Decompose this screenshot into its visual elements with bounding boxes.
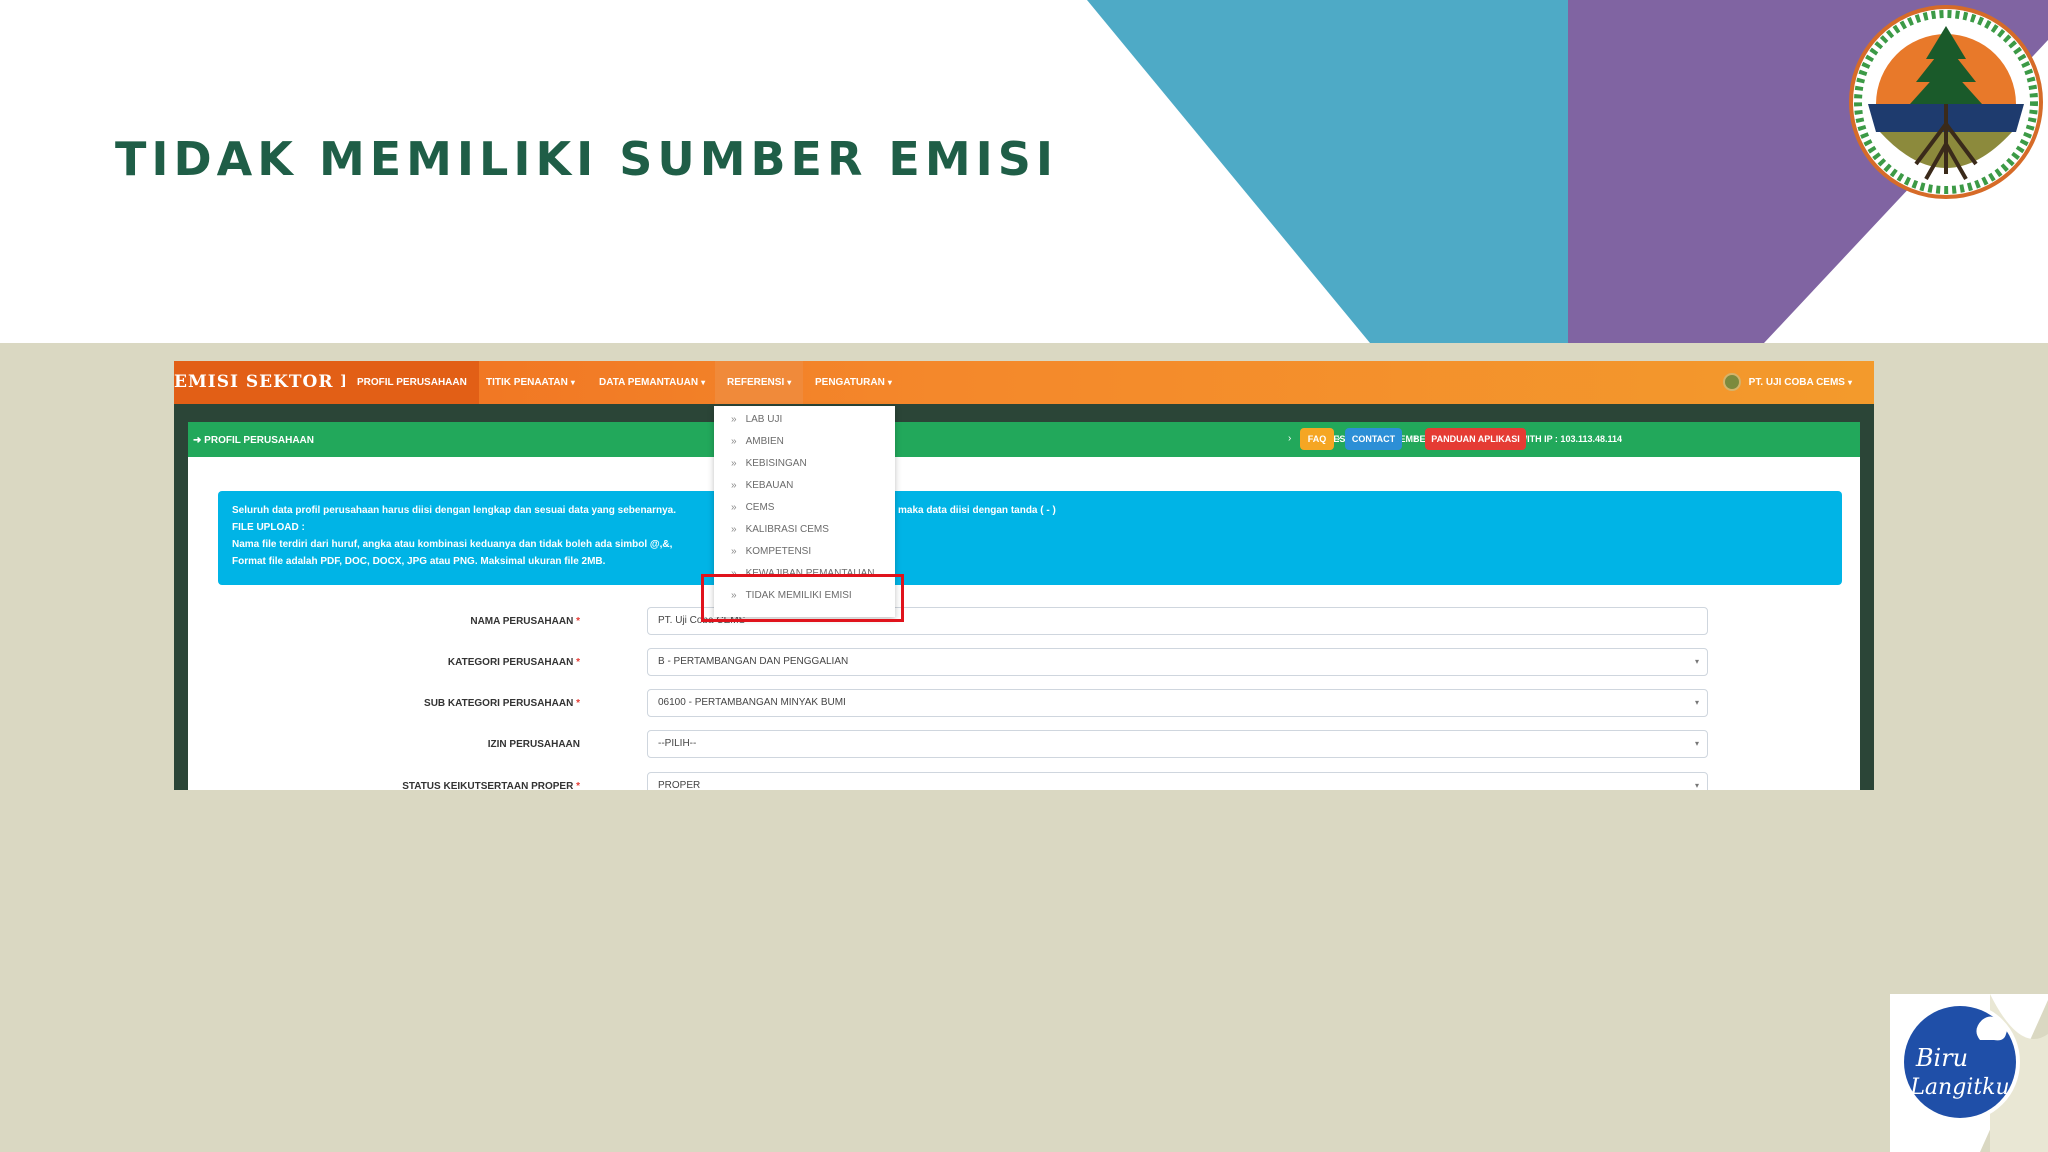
- badge-text: Langitku: [1909, 1075, 2009, 1100]
- caret-down-icon: ▾: [1694, 781, 1699, 790]
- info-circle-icon: ➜: [193, 435, 205, 446]
- caret-down-icon: ▾: [1694, 657, 1699, 666]
- label-status-proper: STATUS KEIKUTSERTAAN PROPER *: [402, 781, 580, 790]
- slide-header: TIDAK MEMILIKI SUMBER EMISI: [0, 0, 2048, 343]
- nav-referensi[interactable]: REFERENSI ▾: [715, 361, 804, 404]
- highlight-annotation-box: [701, 574, 904, 622]
- double-chevron-right-icon: »: [731, 414, 737, 425]
- nav-profil-perusahaan[interactable]: PROFIL PERUSAHAAN: [345, 361, 479, 404]
- contact-button[interactable]: CONTACT: [1345, 428, 1402, 450]
- user-avatar-icon: [1722, 373, 1741, 392]
- separator-icon: ›: [1414, 433, 1418, 444]
- double-chevron-right-icon: »: [731, 436, 737, 447]
- slide-title: TIDAK MEMILIKI SUMBER EMISI: [115, 132, 1058, 186]
- app-navbar: EMISI SEKTOR INDUSTRI PROFIL PERUSAHAAN …: [174, 361, 1874, 404]
- nav-data-pemantauan[interactable]: DATA PEMANTAUAN ▾: [599, 361, 705, 404]
- teal-triangle: [1087, 0, 1568, 343]
- chevron-down-icon: ▾: [887, 378, 892, 387]
- separator-icon: ›: [1337, 433, 1341, 444]
- caret-down-icon: ▾: [1694, 739, 1699, 748]
- notice-line: FILE UPLOAD :: [232, 522, 305, 533]
- chevron-down-icon: ▾: [701, 378, 706, 387]
- menu-item-kebisingan[interactable]: » KEBISINGAN: [731, 458, 807, 469]
- double-chevron-right-icon: »: [731, 546, 737, 557]
- faq-button[interactable]: FAQ: [1300, 428, 1334, 450]
- chevron-down-icon: ▾: [787, 378, 792, 387]
- izin-perusahaan-select[interactable]: --PILIH-- ▾: [647, 730, 1708, 758]
- nav-titik-penaatan[interactable]: TITIK PENAATAN ▾: [486, 361, 575, 404]
- menu-item-kompetensi[interactable]: » KOMPETENSI: [731, 546, 811, 557]
- nav-pengaturan[interactable]: PENGATURAN ▾: [815, 361, 892, 404]
- app-brand[interactable]: EMISI SEKTOR INDUSTRI: [174, 361, 447, 404]
- label-sub-kategori-perusahaan: SUB KATEGORI PERUSAHAAN *: [424, 698, 580, 709]
- chevron-down-icon: ▾: [570, 378, 575, 387]
- label-nama-perusahaan: NAMA PERUSAHAAN *: [470, 616, 580, 627]
- notice-line: Seluruh data profil perusahaan harus dii…: [232, 505, 677, 516]
- user-menu[interactable]: PT. UJI COBA CEMS ▾: [1722, 361, 1852, 404]
- caret-down-icon: ▾: [1694, 698, 1699, 707]
- separator-icon: ›: [1288, 433, 1292, 444]
- chevron-down-icon: ▾: [1847, 378, 1852, 387]
- notice-line: Nama file terdiri dari huruf, angka atau…: [232, 539, 673, 550]
- biru-langitku-logo-icon: Biru Langitku: [1890, 994, 2048, 1152]
- app-screenshot: EMISI SEKTOR INDUSTRI PROFIL PERUSAHAAN …: [174, 361, 1874, 790]
- menu-item-cems[interactable]: » CEMS: [731, 502, 774, 513]
- menu-item-lab-uji[interactable]: » LAB UJI: [731, 414, 782, 425]
- sub-kategori-perusahaan-select[interactable]: 06100 - PERTAMBANGAN MINYAK BUMI ▾: [647, 689, 1708, 717]
- content-panel: ➜ PROFIL PERUSAHAAN WEDNESDAY, 22 NOVEMB…: [188, 422, 1860, 790]
- notice-line: maka data diisi dengan tanda ( - ): [898, 505, 1056, 516]
- menu-item-kebauan[interactable]: » KEBAUAN: [731, 480, 793, 491]
- double-chevron-right-icon: »: [731, 524, 737, 535]
- info-notice: Seluruh data profil perusahaan harus dii…: [218, 491, 1842, 585]
- menu-item-ambien[interactable]: » AMBIEN: [731, 436, 784, 447]
- double-chevron-right-icon: »: [731, 502, 737, 513]
- breadcrumb-bar: ➜ PROFIL PERUSAHAAN WEDNESDAY, 22 NOVEMB…: [188, 424, 1860, 457]
- klhk-logo-icon: [1849, 5, 2043, 199]
- menu-item-kalibrasi-cems[interactable]: » KALIBRASI CEMS: [731, 524, 829, 535]
- double-chevron-right-icon: »: [731, 480, 737, 491]
- panduan-aplikasi-button[interactable]: PANDUAN APLIKASI: [1425, 428, 1526, 450]
- double-chevron-right-icon: »: [731, 458, 737, 469]
- label-izin-perusahaan: IZIN PERUSAHAAN: [487, 739, 580, 750]
- status-proper-select[interactable]: PROPER ▾: [647, 772, 1708, 790]
- badge-text: Biru: [1915, 1044, 1968, 1072]
- breadcrumb: ➜ PROFIL PERUSAHAAN: [193, 435, 314, 446]
- kategori-perusahaan-select[interactable]: B - PERTAMBANGAN DAN PENGGALIAN ▾: [647, 648, 1708, 676]
- notice-line: Format file adalah PDF, DOC, DOCX, JPG a…: [232, 556, 606, 567]
- label-kategori-perusahaan: KATEGORI PERUSAHAAN *: [447, 657, 580, 668]
